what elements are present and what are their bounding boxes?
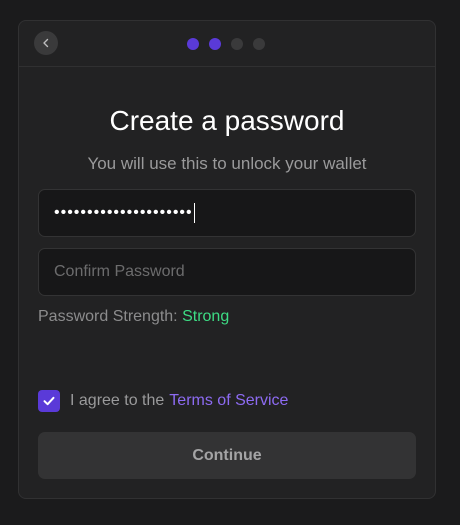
terms-agreement: I agree to the Terms of Service [38, 390, 288, 412]
password-value: ••••••••••••••••••••• [54, 204, 193, 221]
checkmark-icon [43, 396, 55, 406]
strength-label: Password Strength: [38, 308, 178, 325]
strength-value: Strong [182, 308, 230, 325]
confirm-password-input[interactable]: Confirm Password [38, 248, 416, 296]
password-input[interactable]: ••••••••••••••••••••• [38, 189, 416, 237]
back-button[interactable] [34, 31, 58, 55]
continue-label: Continue [192, 446, 262, 464]
text-caret [193, 203, 195, 223]
confirm-password-placeholder: Confirm Password [54, 263, 185, 280]
step-dot-3 [231, 38, 243, 50]
page-title: Create a password [109, 105, 345, 136]
create-password-panel: Create a password You will use this to u… [18, 20, 436, 499]
step-dot-2 [209, 38, 221, 50]
password-strength: Password Strength: Strong [38, 308, 229, 326]
step-dot-1 [187, 38, 199, 50]
chevron-left-icon [43, 38, 49, 48]
page-subtitle: You will use this to unlock your wallet [87, 154, 367, 173]
agree-checkbox[interactable] [38, 390, 60, 412]
agree-text: I agree to the [70, 392, 165, 409]
top-bar [19, 21, 435, 67]
terms-of-service-link[interactable]: Terms of Service [169, 392, 288, 410]
step-dot-4 [253, 38, 265, 50]
step-indicator [187, 38, 265, 50]
continue-button[interactable]: Continue [38, 432, 416, 479]
